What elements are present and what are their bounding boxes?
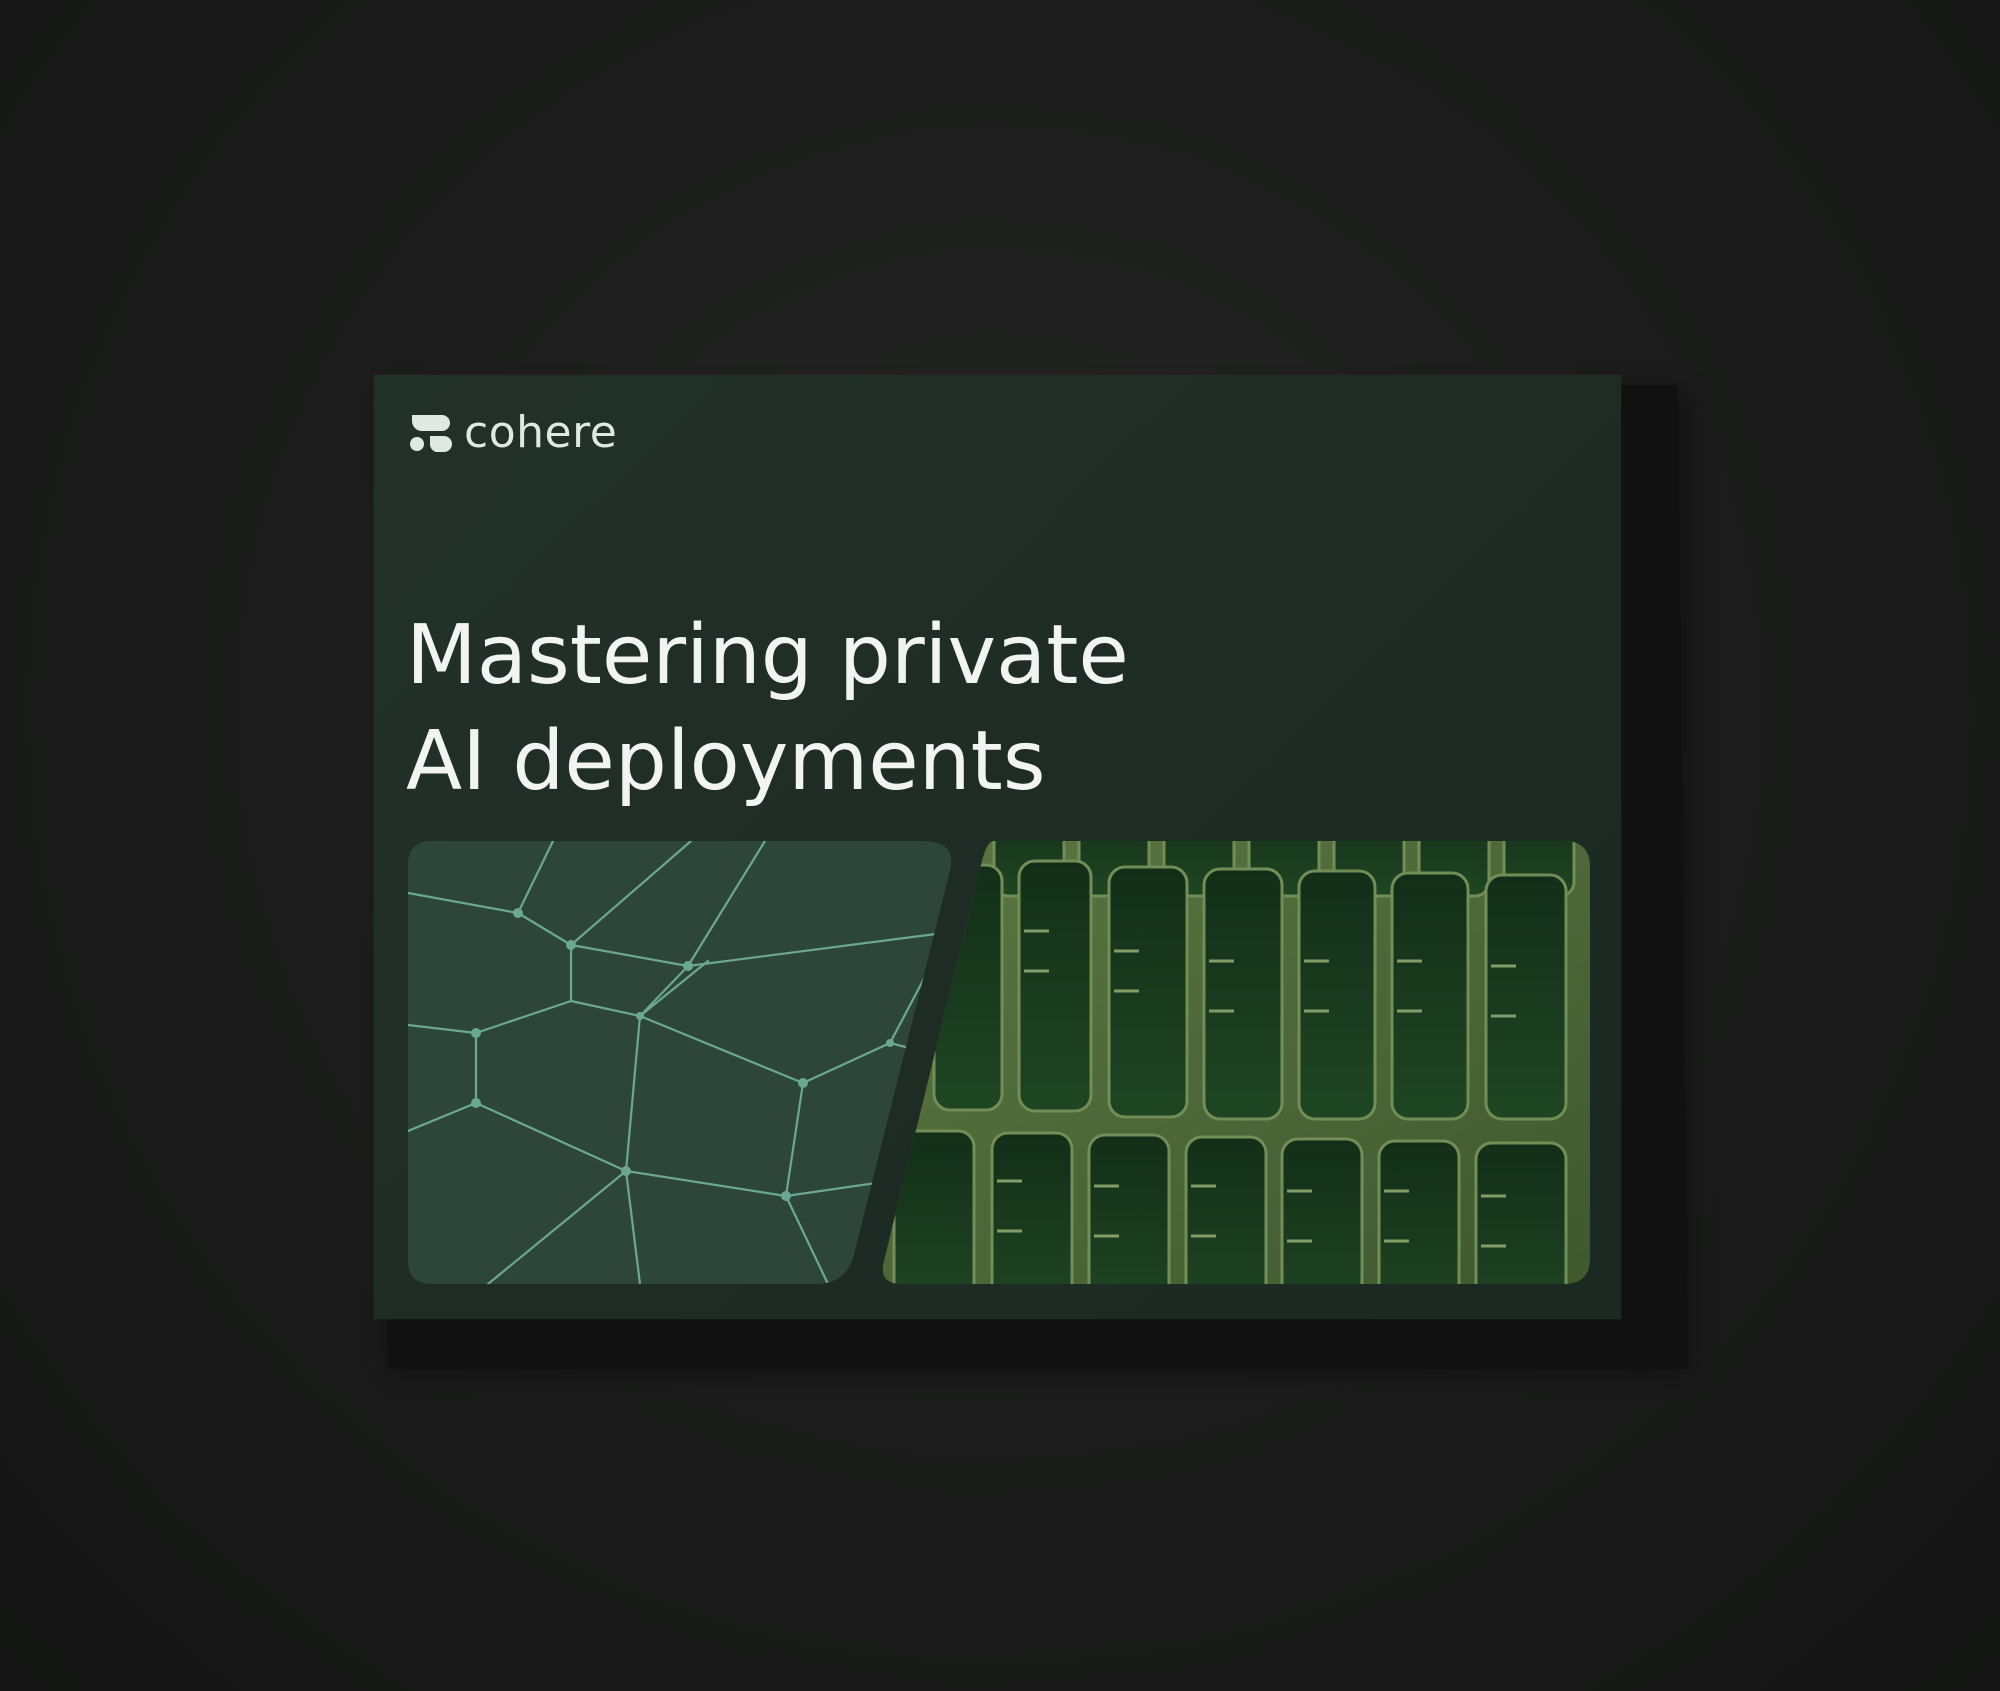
cover-title-line-1: Mastering private [406,608,1129,703]
brand-name: cohere [464,407,618,458]
cohere-logo-icon [410,415,452,452]
brand-logo: cohere [408,409,617,457]
book-cover: cohere Mastering private AI deployments [374,375,1621,1319]
cover-title-line-2: AI deployments [406,714,1046,809]
building-facade-photo [882,841,1590,1284]
cover-title: Mastering private AI deployments [406,603,1506,815]
